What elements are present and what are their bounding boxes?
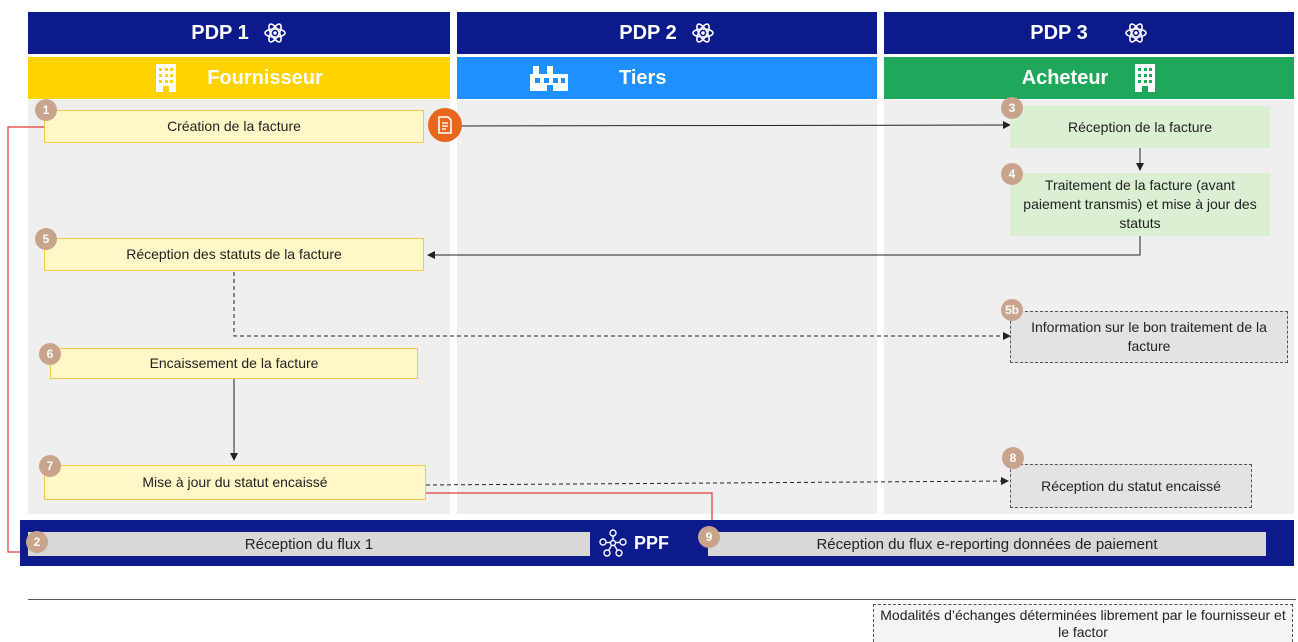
step-6-box: Encaissement de la facture bbox=[50, 348, 418, 379]
step-2-badge: 2 bbox=[26, 531, 48, 553]
step-3-box: Réception de la facture bbox=[1010, 106, 1270, 148]
step-7-box: Mise à jour du statut encaissé bbox=[44, 465, 426, 500]
step-8-label: Réception du statut encaissé bbox=[1041, 477, 1221, 494]
step-4-badge: 4 bbox=[1001, 163, 1023, 185]
step-3-badge: 3 bbox=[1001, 97, 1023, 119]
ppf-label-group: PPF bbox=[598, 524, 700, 562]
step-2-box: Réception du flux 1 bbox=[28, 532, 590, 556]
step-7-label: Mise à jour du statut encaissé bbox=[142, 474, 328, 490]
step-1-label: Création de la facture bbox=[167, 118, 301, 134]
arrow-4-to-5 bbox=[427, 236, 1141, 259]
arrow-1-to-3 bbox=[461, 121, 1011, 130]
step-9-box: Réception du flux e-reporting données de… bbox=[708, 532, 1266, 556]
step-6-label: Encaissement de la facture bbox=[149, 355, 319, 371]
step-5b-badge: 5b bbox=[1001, 299, 1023, 321]
network-icon bbox=[599, 529, 627, 557]
step-5-box: Réception des statuts de la facture bbox=[44, 238, 424, 271]
ppf-label: PPF bbox=[634, 532, 670, 553]
step-9-label: Réception du flux e-reporting données de… bbox=[816, 535, 1158, 553]
legend-box: Modalités d’échanges déterminées libreme… bbox=[873, 604, 1293, 642]
step-7-badge: 7 bbox=[39, 455, 61, 477]
legend-label: Modalités d’échanges déterminées libreme… bbox=[880, 606, 1286, 640]
arrow-5-to-5b bbox=[233, 272, 1011, 340]
step-5-label: Réception des statuts de la facture bbox=[126, 246, 342, 262]
footer-divider bbox=[28, 599, 1296, 600]
step-1-badge: 1 bbox=[35, 99, 57, 121]
step-2-label: Réception du flux 1 bbox=[244, 535, 374, 553]
step-6-badge: 6 bbox=[39, 343, 61, 365]
step-8-badge: 8 bbox=[1002, 447, 1024, 469]
arrow-1-to-2 bbox=[7, 126, 44, 557]
step-5-badge: 5 bbox=[35, 228, 57, 250]
step-3-label: Réception de la facture bbox=[1068, 118, 1212, 135]
step-4-box: Traitement de la facture (avant paiement… bbox=[1010, 173, 1270, 236]
step-8-box: Réception du statut encaissé bbox=[1010, 464, 1252, 508]
step-1-box: Création de la facture bbox=[44, 110, 424, 143]
arrow-7-to-8 bbox=[425, 477, 1009, 486]
step-5b-label: Information sur le bon traitement de la … bbox=[1031, 319, 1267, 354]
step-4-label: Traitement de la facture (avant paiement… bbox=[1023, 177, 1257, 231]
invoice-icon bbox=[428, 108, 462, 142]
step-9-badge: 9 bbox=[698, 526, 720, 548]
step-5b-box: Information sur le bon traitement de la … bbox=[1010, 311, 1288, 363]
